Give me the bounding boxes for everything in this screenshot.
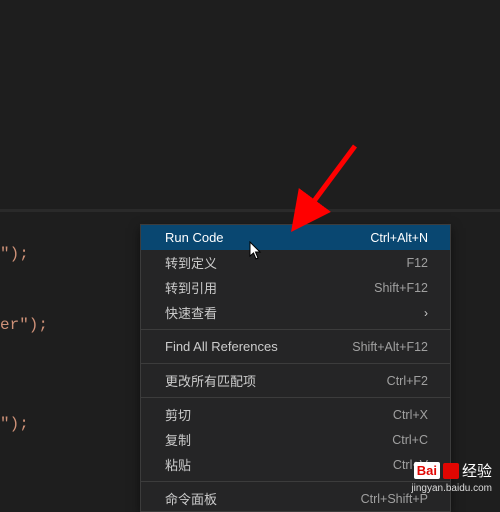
menu-item[interactable]: 转到引用 Shift+F12 <box>141 275 450 300</box>
menu-item-label: Run Code <box>165 230 224 245</box>
menu-item-label: 剪切 <box>165 405 191 424</box>
menu-item[interactable]: Find All References Shift+Alt+F12 <box>141 334 450 359</box>
menu-item[interactable]: 快速查看 › <box>141 300 450 325</box>
code-fragment: "); <box>0 245 29 263</box>
menu-item-shortcut: Ctrl+Alt+N <box>370 231 428 245</box>
context-menu: Run Code Ctrl+Alt+N 转到定义 F12 转到引用 Shift+F12 快速… <box>140 224 451 512</box>
watermark-brand-text: 经验 <box>462 460 492 481</box>
menu-item-shortcut: Ctrl+C <box>392 433 428 447</box>
menu-item[interactable]: 粘贴Ctrl+V <box>141 452 450 477</box>
menu-item-label: 快速查看 <box>165 303 217 322</box>
menu-item-shortcut: Ctrl+X <box>393 408 428 422</box>
watermark-brand-text: Bai <box>414 462 440 479</box>
paw-icon <box>443 463 459 479</box>
menu-item-label: 复制 <box>165 430 191 449</box>
menu-item-label: 转到定义 <box>165 253 217 272</box>
menu-separator <box>141 397 450 398</box>
menu-item-shortcut: Shift+Alt+F12 <box>352 340 428 354</box>
menu-item[interactable]: 命令面板Ctrl+Shift+P <box>141 486 450 511</box>
menu-separator <box>141 363 450 364</box>
watermark: Bai 经验 jingyan.baidu.com <box>411 460 492 494</box>
menu-item[interactable]: Run Code Ctrl+Alt+N <box>141 225 450 250</box>
menu-item[interactable]: 复制 Ctrl+C <box>141 427 450 452</box>
code-fragment: "); <box>0 415 29 433</box>
menu-item-label: 转到引用 <box>165 278 217 297</box>
panel-divider <box>0 209 500 212</box>
menu-item-label: Find All References <box>165 339 278 354</box>
watermark-logo: Bai 经验 <box>411 460 492 481</box>
menu-item-label: 命令面板 <box>165 489 217 508</box>
menu-item[interactable]: 更改所有匹配项 Ctrl+F2 <box>141 368 450 393</box>
menu-item-label: 粘贴 <box>165 455 191 474</box>
menu-item-shortcut: Ctrl+F2 <box>387 374 428 388</box>
menu-separator <box>141 481 450 482</box>
code-fragment: er"); <box>0 316 48 334</box>
menu-item-shortcut: F12 <box>406 256 428 270</box>
menu-item-shortcut: Shift+F12 <box>374 281 428 295</box>
menu-separator <box>141 329 450 330</box>
menu-item[interactable]: 剪切 Ctrl+X <box>141 402 450 427</box>
menu-item-label: 更改所有匹配项 <box>165 371 256 390</box>
watermark-url: jingyan.baidu.com <box>411 483 492 494</box>
menu-item[interactable]: 转到定义 F12 <box>141 250 450 275</box>
chevron-right-icon: › <box>424 306 428 320</box>
